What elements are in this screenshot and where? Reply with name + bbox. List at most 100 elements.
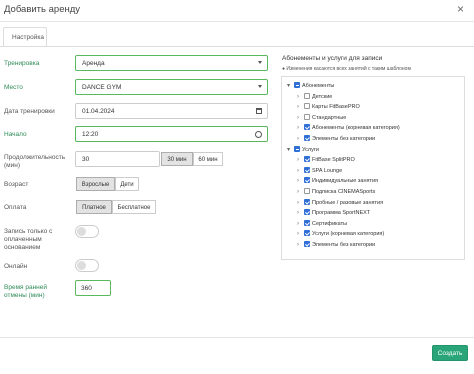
tree-checkbox[interactable]	[304, 198, 310, 205]
duration-value: 30	[82, 156, 90, 163]
tree-label: SPA Lounge	[312, 167, 343, 174]
tree-label: Сертификаты	[312, 220, 348, 227]
duration-input[interactable]: 30	[75, 151, 160, 167]
chevron-right-icon[interactable]: ›	[297, 94, 304, 100]
tree-label: Пробные / разовые занятия	[312, 199, 384, 206]
duration-30-button[interactable]: 30 мин	[161, 152, 193, 166]
tree-label: Абонементы	[302, 83, 335, 89]
age-label: Возраст	[4, 181, 29, 188]
tree-item[interactable]: › Стандартные	[297, 113, 347, 123]
chevron-right-icon[interactable]: ›	[297, 231, 304, 237]
age-kids-button[interactable]: Дети	[115, 177, 139, 191]
payment-free-button[interactable]: Бесплатное	[112, 200, 156, 214]
tree-item[interactable]: › Абонементы (корневая категория)	[297, 124, 400, 133]
paid-only-label: Запись только с оплаченным основанием	[4, 228, 53, 251]
chevron-right-icon[interactable]: ›	[297, 210, 304, 216]
tree-checkbox[interactable]	[294, 82, 300, 88]
tree-label: Услуги	[302, 146, 319, 153]
tree-item[interactable]: › Пробные / разовые занятия	[297, 198, 384, 208]
tree-checkbox[interactable]	[304, 103, 310, 110]
place-value: DANCE GYM	[82, 84, 122, 91]
online-toggle[interactable]	[75, 259, 99, 272]
online-label: Онлайн	[4, 263, 28, 270]
tree-label: Программа SportNEXT	[312, 210, 371, 217]
close-icon[interactable]: ×	[457, 2, 464, 16]
chevron-right-icon[interactable]: ›	[297, 168, 304, 174]
footer-divider	[0, 337, 474, 338]
chevron-right-icon[interactable]: ›	[297, 125, 304, 131]
tree-checkbox[interactable]	[304, 124, 310, 131]
tree-item[interactable]: › Детские	[297, 92, 333, 102]
tree-checkbox[interactable]	[304, 135, 310, 141]
tree-checkbox[interactable]	[304, 177, 310, 184]
payment-label: Оплата	[4, 204, 27, 211]
date-label: Дата тренировки	[4, 108, 55, 115]
tree-item[interactable]: › Элементы без категории	[297, 135, 375, 144]
cancel-time-input[interactable]: 360	[75, 280, 111, 296]
header-divider	[0, 21, 474, 22]
start-time-input[interactable]: 12:20	[75, 126, 268, 142]
tree-label: Элементы без категории	[312, 136, 376, 142]
chevron-right-icon[interactable]: ›	[297, 104, 304, 110]
tab-settings[interactable]: Настройка	[3, 27, 47, 46]
chevron-down-icon	[258, 61, 262, 64]
chevron-right-icon[interactable]: ›	[297, 242, 304, 248]
paid-only-toggle[interactable]	[75, 225, 99, 238]
tree-item[interactable]: › Сертификаты	[297, 219, 348, 229]
tree-item[interactable]: › Подписка CINEMASports	[297, 188, 375, 197]
chevron-right-icon[interactable]: ›	[297, 200, 304, 206]
tree-item[interactable]: › Элементы без категории	[297, 241, 375, 250]
age-adults-button[interactable]: Взрослые	[76, 177, 115, 191]
tree-checkbox[interactable]	[304, 241, 310, 247]
tree-checkbox[interactable]	[304, 156, 310, 163]
tree-item[interactable]: › Индивидуальные занятия	[297, 177, 378, 186]
tab-divider	[0, 46, 474, 47]
modal-title: Добавить аренду	[4, 4, 81, 15]
tree-label: Стандартные	[312, 114, 347, 121]
tree-checkbox[interactable]	[304, 219, 310, 226]
chevron-right-icon[interactable]: ›	[297, 136, 304, 142]
calendar-icon[interactable]	[256, 108, 262, 114]
payment-paid-button[interactable]: Платное	[76, 200, 112, 214]
chevron-down-icon	[258, 85, 262, 88]
tree-label: Детские	[312, 93, 333, 100]
chevron-right-icon[interactable]: ›	[297, 157, 304, 163]
tree-label: Карты FitBasePRO	[312, 104, 360, 111]
place-select[interactable]: DANCE GYM	[75, 79, 268, 95]
chevron-right-icon[interactable]: ›	[297, 178, 304, 184]
toggle-knob	[77, 227, 86, 236]
training-label: Тренировка	[4, 60, 40, 67]
chevron-down-icon[interactable]: ▾	[287, 146, 294, 153]
chevron-right-icon[interactable]: ›	[297, 115, 304, 121]
memberships-title: Абонементы и услуги для записи	[282, 55, 383, 62]
chevron-right-icon[interactable]: ›	[297, 221, 304, 227]
tree-item[interactable]: › Программа SportNEXT	[297, 209, 370, 218]
tree-group[interactable]: ▾ Абонементы	[287, 82, 334, 91]
tree-item[interactable]: › Услуги (корневая категория)	[297, 230, 384, 239]
tree-item[interactable]: › Карты FitBasePRO	[297, 103, 360, 112]
tree-checkbox[interactable]	[304, 209, 310, 216]
clock-icon[interactable]	[255, 131, 262, 138]
tree-checkbox[interactable]	[304, 113, 310, 120]
chevron-right-icon[interactable]: ›	[297, 189, 304, 195]
tree-checkbox[interactable]	[294, 145, 300, 152]
tree-label: Элементы без категории	[312, 242, 376, 248]
tree-checkbox[interactable]	[304, 166, 310, 173]
tree-item[interactable]: › SPA Lounge	[297, 166, 343, 176]
tree-checkbox[interactable]	[304, 230, 310, 237]
tree-label: Подписка CINEMASports	[312, 189, 376, 195]
tree-label: FitBase SplitPRO	[312, 157, 355, 164]
tree-item[interactable]: › FitBase SplitPRO	[297, 156, 355, 165]
training-select[interactable]: Аренда	[75, 55, 268, 71]
tree-label: Индивидуальные занятия	[312, 178, 379, 185]
tree-group[interactable]: ▾ Услуги	[287, 145, 319, 155]
chevron-down-icon[interactable]: ▾	[287, 82, 294, 89]
cancel-time-label: Время ранней отмены (мин)	[4, 284, 48, 299]
tree-checkbox[interactable]	[304, 188, 310, 194]
duration-60-button[interactable]: 60 мин	[193, 152, 223, 166]
tree-checkbox[interactable]	[304, 92, 310, 99]
cancel-time-value: 360	[81, 285, 92, 292]
start-label: Начало	[4, 131, 27, 138]
date-input[interactable]: 01.04.2024	[75, 103, 268, 119]
create-button[interactable]: Создать	[432, 345, 468, 361]
